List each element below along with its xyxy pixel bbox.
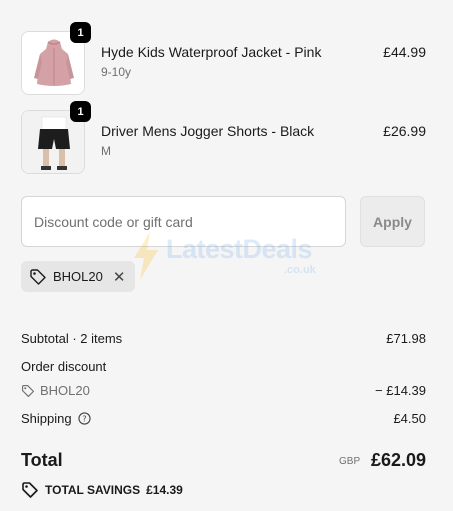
item-price: £44.99 xyxy=(383,44,426,60)
line-item: 1 Hyde Kids Waterproof Jacket - Pink 9-1… xyxy=(21,22,426,95)
quantity-badge: 1 xyxy=(70,22,91,43)
help-circle-icon[interactable]: ? xyxy=(77,412,91,425)
savings-label: TOTAL SAVINGS xyxy=(45,483,141,497)
total-value: £62.09 xyxy=(370,450,426,470)
close-icon[interactable]: ✕ xyxy=(113,268,126,286)
item-price: £26.99 xyxy=(383,123,426,139)
total-currency: GBP xyxy=(339,456,361,467)
watermark-logo: LatestDeals .co.uk xyxy=(132,232,332,282)
discount-code-label: BHOL20 xyxy=(40,383,90,398)
lightning-icon xyxy=(134,232,158,280)
watermark-subtext: .co.uk xyxy=(284,264,316,276)
subtotal-row: Subtotal · 2 items £71.98 xyxy=(21,331,426,346)
shipping-row: Shipping ? £4.50 xyxy=(21,411,426,426)
tag-icon xyxy=(21,384,35,397)
subtotal-label: Subtotal · 2 items xyxy=(21,331,123,346)
discount-value: − £14.39 xyxy=(375,383,426,398)
watermark-text: LatestDeals xyxy=(166,234,313,264)
subtotal-value: £71.98 xyxy=(386,331,426,346)
shipping-label: Shipping xyxy=(21,411,72,426)
applied-discount-chip: BHOL20 ✕ xyxy=(21,261,136,292)
savings-value: £14.39 xyxy=(146,483,183,497)
line-item: 1 Driver Mens Jogger Shorts - Black M £2… xyxy=(21,101,426,174)
item-variant: M xyxy=(101,144,111,158)
tag-icon xyxy=(22,482,38,498)
item-name: Driver Mens Jogger Shorts - Black xyxy=(101,123,315,139)
total-label: Total xyxy=(21,450,63,470)
item-name: Hyde Kids Waterproof Jacket - Pink xyxy=(101,44,322,60)
discount-row: BHOL20 − £14.39 xyxy=(21,383,426,401)
total-savings: TOTAL SAVINGS £14.39 xyxy=(21,481,183,499)
tag-icon xyxy=(30,268,46,285)
shipping-value: £4.50 xyxy=(393,411,426,426)
order-discount-label: Order discount xyxy=(21,359,107,374)
apply-button[interactable]: Apply xyxy=(360,196,425,247)
quantity-badge: 1 xyxy=(70,101,91,122)
applied-code-text: BHOL20 xyxy=(53,269,103,284)
item-variant: 9-10y xyxy=(101,65,132,79)
svg-text:?: ? xyxy=(82,414,86,424)
